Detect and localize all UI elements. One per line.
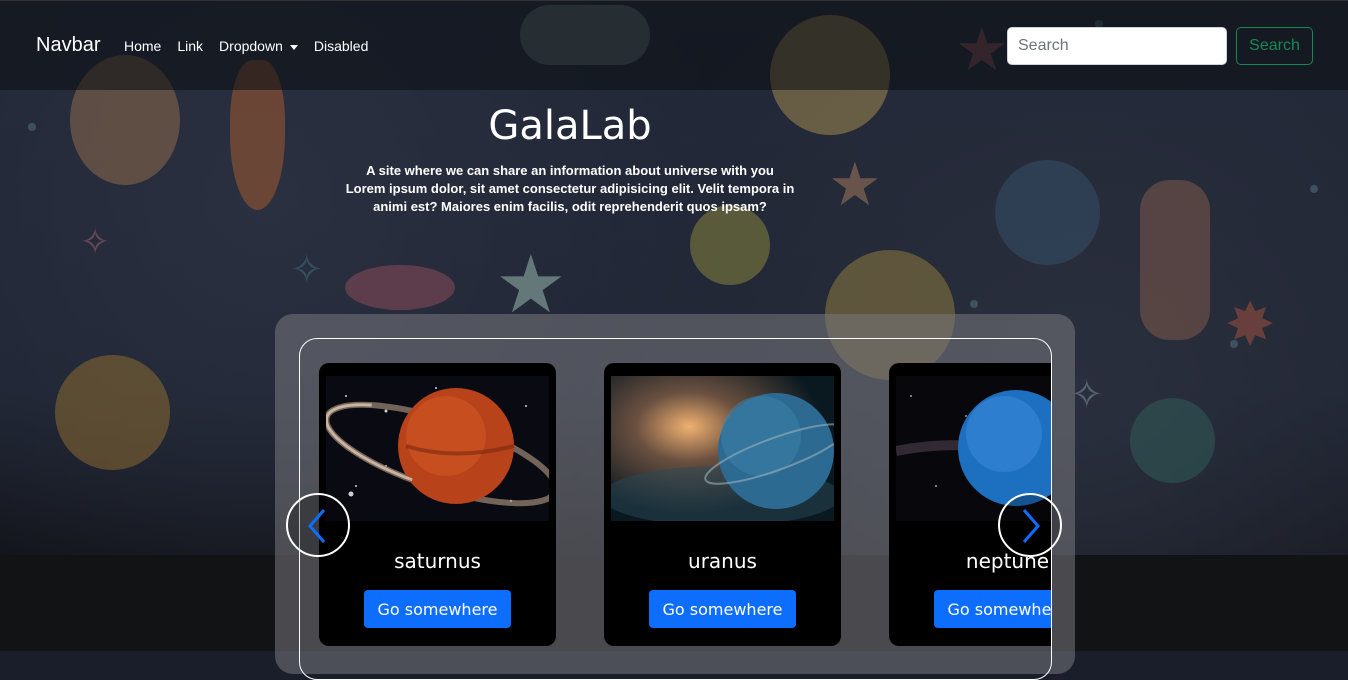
planet-card: uranus Go somewhere (604, 363, 841, 646)
go-somewhere-button[interactable]: Go somewhere (364, 590, 511, 628)
planet-doodle-icon (690, 205, 770, 285)
go-somewhere-button[interactable]: Go somewhere (649, 590, 796, 628)
navbar-brand[interactable]: Navbar (36, 34, 100, 57)
star-icon: ★ (495, 238, 567, 331)
nav-link-dropdown[interactable]: Dropdown (219, 38, 298, 54)
planet-doodle-icon (1130, 398, 1215, 483)
search-button[interactable]: Search (1236, 27, 1313, 65)
hero-line: animi est? Maiores enim facilis, odit re… (373, 199, 767, 214)
search-input[interactable] (1007, 27, 1227, 65)
dot-icon (1310, 185, 1318, 193)
caret-down-icon (289, 44, 298, 50)
top-navbar: Navbar Home Link Dropdown Disabled Searc… (0, 0, 1348, 90)
carousel-prev-button[interactable] (286, 493, 350, 557)
dot-icon (970, 300, 978, 308)
hero-line: Lorem ipsum dolor, sit amet consectetur … (345, 181, 795, 196)
dot-icon (1230, 340, 1238, 348)
hero-description: A site where we can share an information… (340, 162, 800, 216)
chevron-right-icon (1022, 509, 1040, 543)
sparkle-icon: ✧ (1070, 372, 1104, 418)
saturn-image (326, 376, 549, 521)
dropdown-label: Dropdown (219, 38, 283, 54)
card-title: saturnus (394, 549, 481, 573)
nav-link-link[interactable]: Link (177, 38, 203, 54)
moon-doodle-icon (995, 160, 1100, 265)
sun-doodle-icon (55, 355, 170, 470)
uranus-image (611, 376, 834, 521)
sparkle-icon: ✧ (290, 247, 324, 293)
carousel-next-button[interactable] (998, 493, 1062, 557)
hero-line: A site where we can share an information… (366, 163, 774, 178)
chevron-left-icon (308, 509, 326, 543)
ufo-doodle-icon (345, 265, 455, 310)
go-somewhere-button[interactable]: Go somewhere (934, 590, 1051, 628)
hero-title: GalaLab (488, 103, 652, 149)
card-title: uranus (688, 549, 757, 573)
sparkle-icon: ✧ (80, 222, 111, 263)
astronaut-doodle-icon (1140, 180, 1210, 340)
planet-card: saturnus Go somewhere (319, 363, 556, 646)
carousel-frame: saturnus Go somewhere uranus Go somewher… (299, 338, 1052, 680)
nav-links: Home Link Dropdown Disabled (124, 38, 368, 54)
star-icon: ★ (828, 150, 882, 220)
nav-link-disabled: Disabled (313, 38, 369, 54)
nav-link-home[interactable]: Home (124, 38, 161, 54)
